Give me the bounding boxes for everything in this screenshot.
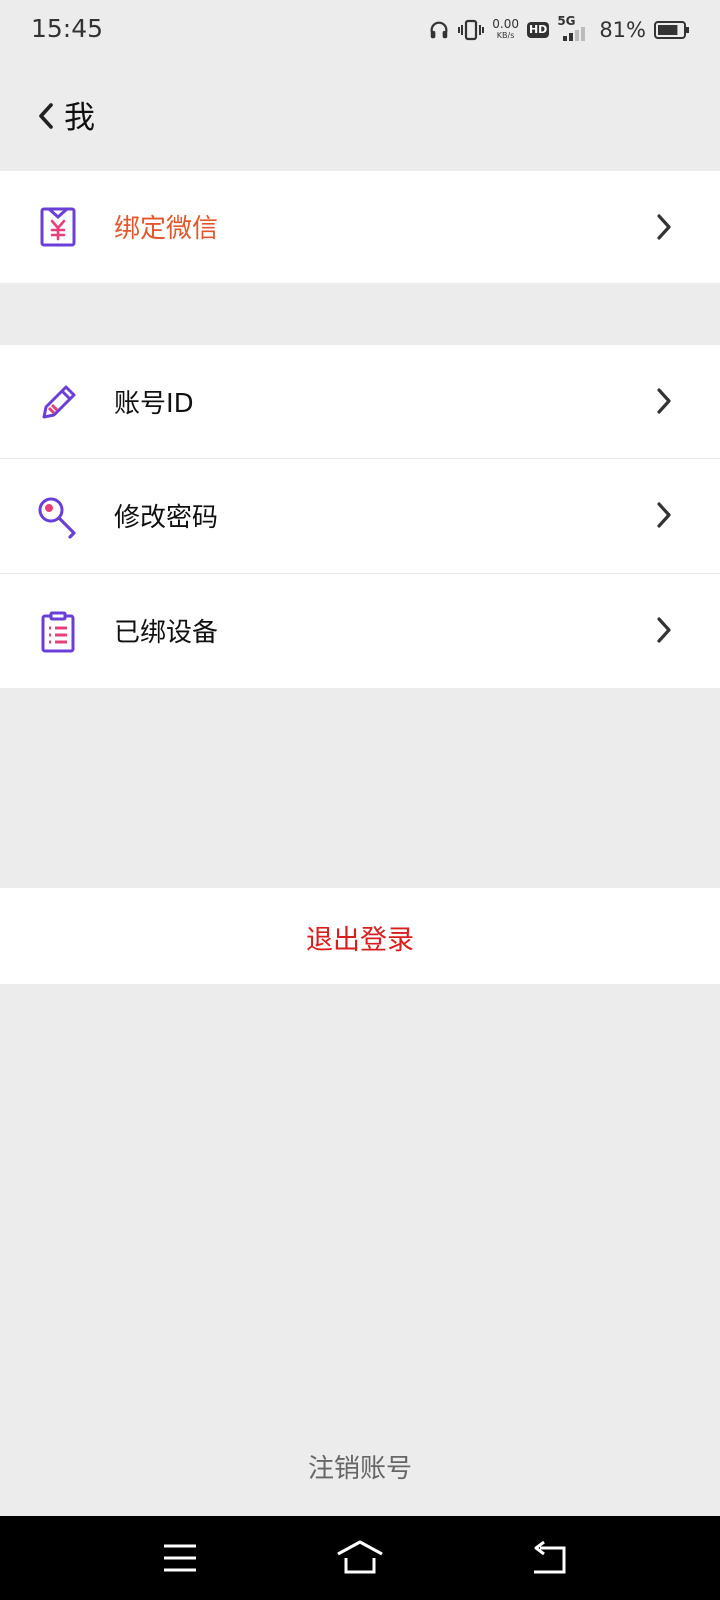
hd-badge: HD <box>526 22 550 38</box>
key-icon <box>38 497 76 539</box>
back-button[interactable] <box>28 94 64 138</box>
status-icons: 0.00 KB/s HD 5G 81% <box>428 14 690 46</box>
wallet-yuan-icon <box>40 207 76 247</box>
menu-icon[interactable] <box>160 1538 200 1578</box>
status-time: 15:45 <box>31 14 104 43</box>
pencil-icon <box>42 385 76 419</box>
account-id-item[interactable]: 账号ID <box>0 345 720 458</box>
net-speed-value: 0.00 <box>492 17 519 31</box>
change-password-item[interactable]: 修改密码 <box>0 459 720 573</box>
battery-percent: 81% <box>599 18 646 42</box>
net-speed-unit: KB/s <box>496 31 515 40</box>
account-id-label: 账号ID <box>114 389 194 419</box>
change-password-label: 修改密码 <box>114 503 219 533</box>
bound-devices-item[interactable]: 已绑设备 <box>0 574 720 688</box>
bind-wechat-label: 绑定微信 <box>114 214 219 244</box>
chevron-right-icon <box>657 388 671 414</box>
chevron-right-icon <box>657 502 671 528</box>
chevron-right-icon <box>657 617 671 643</box>
bound-devices-label: 已绑设备 <box>114 618 219 648</box>
logout-label: 退出登录 <box>306 925 414 956</box>
home-icon[interactable] <box>336 1538 384 1578</box>
chevron-left-icon <box>39 103 53 129</box>
headphones-icon <box>430 21 448 39</box>
vibrate-icon <box>458 19 485 41</box>
page-title: 我 <box>64 100 95 136</box>
chevron-right-icon <box>657 214 671 240</box>
status-bar: 15:45 0.00 KB/s HD 5G 81% <box>0 0 720 58</box>
header: 我 <box>0 70 720 160</box>
back-nav-icon[interactable] <box>530 1538 570 1578</box>
bind-wechat-item[interactable]: 绑定微信 <box>0 171 720 283</box>
system-nav-bar <box>0 1516 720 1600</box>
logout-button[interactable]: 退出登录 <box>0 888 720 984</box>
signal-indicator: 5G <box>557 14 591 42</box>
clipboard-list-icon <box>41 611 75 653</box>
net-speed: 0.00 KB/s <box>492 17 519 41</box>
cancel-account-link[interactable]: 注销账号 <box>0 1448 720 1485</box>
signal-icon <box>563 27 586 41</box>
battery-icon <box>654 21 689 39</box>
